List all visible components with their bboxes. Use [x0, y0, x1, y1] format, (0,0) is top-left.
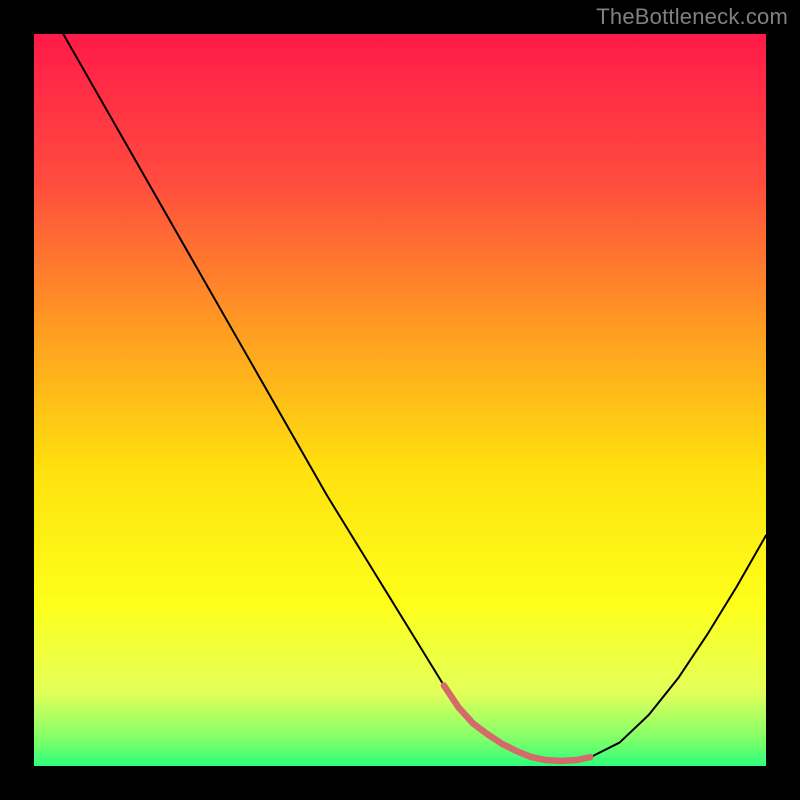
chart-frame: TheBottleneck.com: [0, 0, 800, 800]
plot-area: [34, 34, 766, 766]
watermark-text: TheBottleneck.com: [596, 4, 788, 30]
gradient-background: [34, 34, 766, 766]
chart-svg: [34, 34, 766, 766]
